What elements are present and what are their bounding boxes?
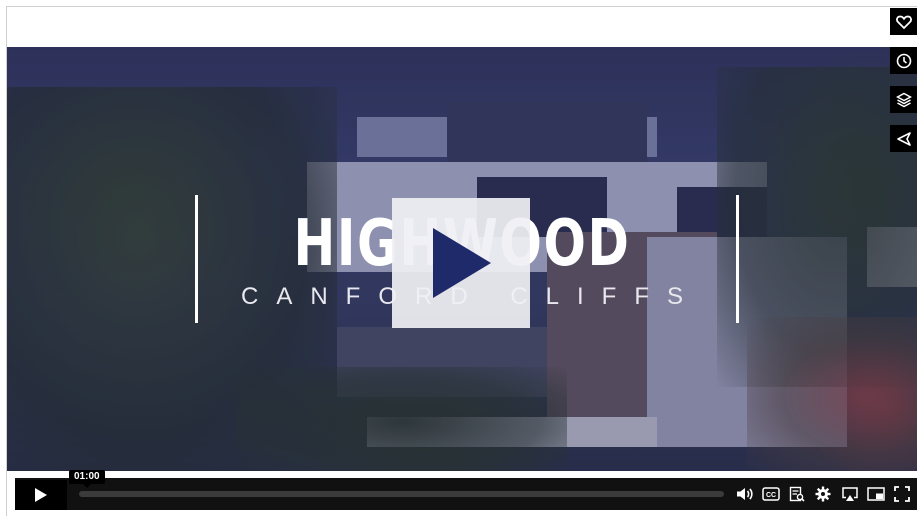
picture-in-picture-icon	[867, 487, 885, 501]
gear-icon	[815, 486, 831, 502]
layers-icon	[895, 92, 912, 107]
share-button[interactable]	[890, 125, 917, 152]
fullscreen-icon	[894, 486, 910, 502]
control-bar: 01:00 CC	[7, 470, 917, 516]
volume-icon	[737, 488, 753, 500]
time-tooltip: 01:00	[69, 470, 105, 488]
big-play-button[interactable]	[392, 198, 530, 328]
cc-icon: CC	[762, 487, 780, 501]
progress-bar[interactable]	[79, 491, 724, 497]
collections-button[interactable]	[890, 86, 917, 113]
settings-button[interactable]	[812, 483, 834, 505]
svg-text:CC: CC	[766, 492, 776, 499]
play-button[interactable]	[15, 480, 67, 510]
watch-later-button[interactable]	[890, 47, 917, 74]
airplay-icon	[842, 487, 858, 501]
clock-icon	[896, 53, 911, 68]
heart-icon	[895, 15, 912, 29]
transcript-button[interactable]	[786, 483, 808, 505]
fullscreen-button[interactable]	[891, 483, 913, 505]
airplay-button[interactable]	[839, 483, 861, 505]
play-icon	[35, 488, 47, 502]
pip-button[interactable]	[865, 483, 887, 505]
play-icon	[433, 228, 491, 298]
captions-button[interactable]: CC	[760, 483, 782, 505]
transcript-icon	[789, 486, 805, 502]
volume-button[interactable]	[734, 483, 756, 505]
like-button[interactable]	[890, 8, 917, 35]
video-frame[interactable]: HIGHWOOD CANFORD CLIFFS	[7, 47, 917, 471]
paper-plane-icon	[896, 131, 911, 146]
